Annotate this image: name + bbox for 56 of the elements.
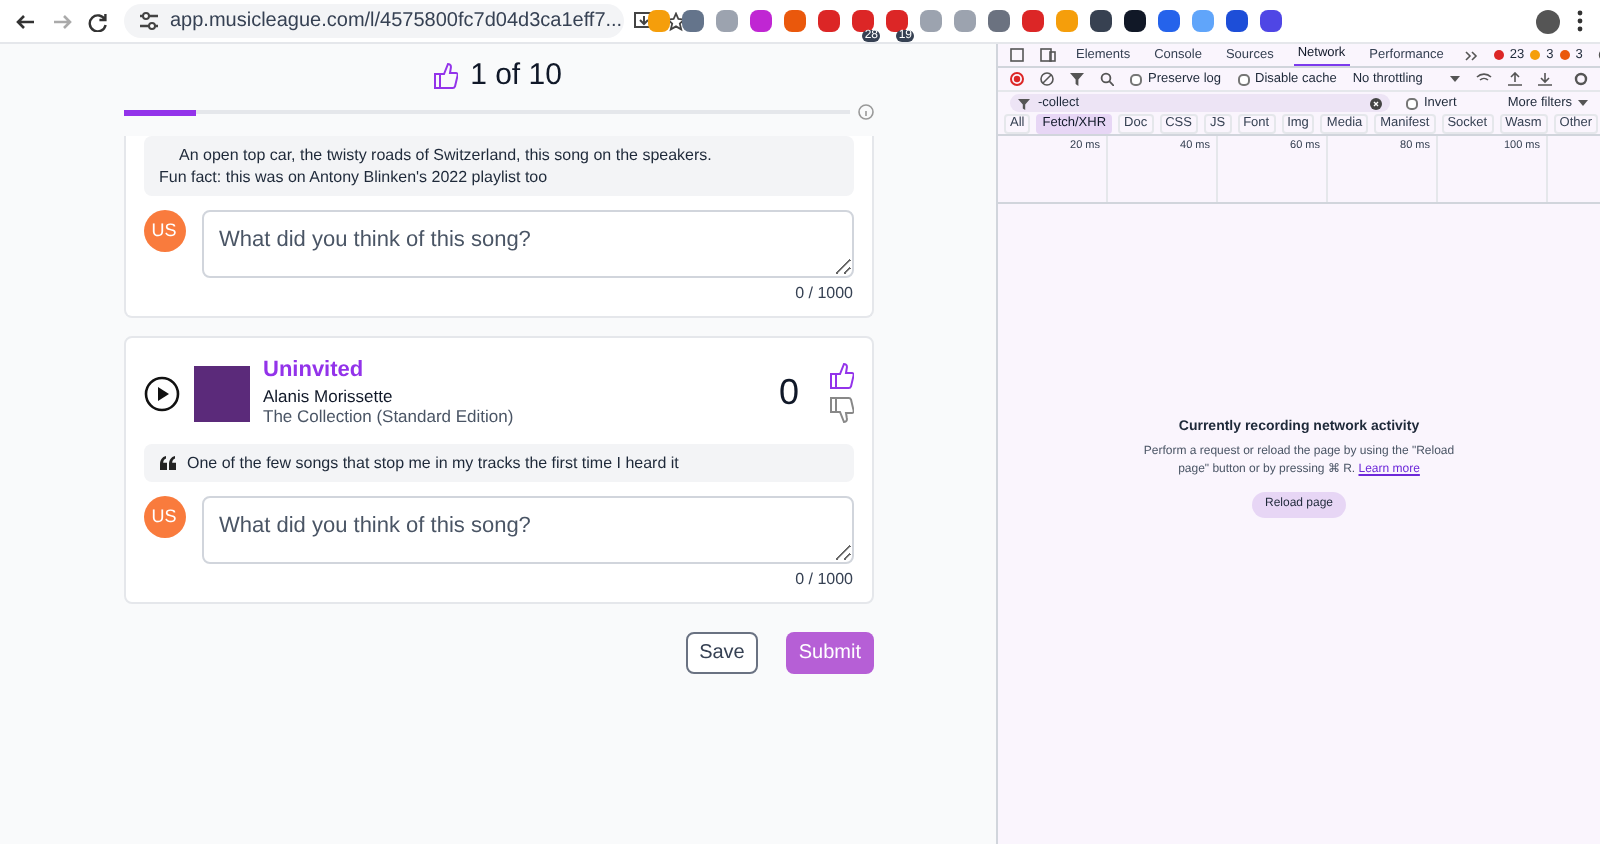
info-icon bbox=[857, 104, 873, 120]
download-icon[interactable] bbox=[1538, 72, 1553, 86]
caret-icon bbox=[1578, 100, 1588, 106]
comment-field[interactable]: What did you think of this song? bbox=[201, 210, 853, 278]
inspect-icon[interactable] bbox=[1010, 48, 1024, 62]
extension-icon[interactable] bbox=[1124, 10, 1146, 32]
more-menu-icon[interactable] bbox=[1576, 10, 1584, 32]
url-text: app.musicleague.com/l/4575800fc7d04d3ca1eff7... bbox=[170, 8, 623, 36]
clear-filter-icon[interactable] bbox=[1370, 97, 1382, 109]
network-conditions-icon[interactable] bbox=[1476, 72, 1493, 86]
character-counter: 0 / 1000 bbox=[795, 568, 853, 592]
extension-icon[interactable] bbox=[1090, 10, 1112, 32]
quote-icon bbox=[159, 456, 175, 470]
album-name: The Collection (Standard Edition) bbox=[263, 406, 516, 428]
checkbox[interactable] bbox=[1130, 73, 1142, 85]
submit-button[interactable]: Submit bbox=[786, 632, 873, 674]
reload-icon[interactable] bbox=[88, 11, 108, 31]
warning-icon bbox=[1530, 50, 1541, 60]
error-icon bbox=[1493, 50, 1504, 60]
thumbs-up-icon[interactable] bbox=[829, 362, 853, 390]
issue-icon bbox=[1559, 50, 1570, 60]
comment-field[interactable]: What did you think of this song? bbox=[201, 496, 853, 564]
bookmark-star-icon[interactable] bbox=[666, 11, 687, 31]
artist-name: Alanis Morissette bbox=[263, 385, 395, 407]
profile-avatar-icon[interactable] bbox=[1536, 9, 1560, 33]
user-avatar: US bbox=[143, 210, 185, 252]
search-icon[interactable] bbox=[1100, 72, 1114, 86]
comment-text: Fun fact: this was on Antony Blinken's 2022 playlist too bbox=[159, 166, 550, 188]
vote-count: 0 bbox=[778, 370, 799, 416]
clear-icon[interactable] bbox=[1040, 72, 1054, 86]
caret-icon bbox=[1450, 76, 1461, 82]
save-button[interactable]: Save bbox=[685, 632, 759, 674]
comment-text: An open top car, the twisty roads of Switzerland, this song on the speakers. bbox=[177, 144, 712, 166]
play-icon[interactable] bbox=[143, 375, 179, 411]
filter-icon[interactable] bbox=[1070, 72, 1084, 86]
checkbox[interactable] bbox=[1406, 97, 1418, 109]
device-toolbar-icon[interactable] bbox=[1040, 48, 1056, 62]
user-avatar: US bbox=[143, 496, 185, 538]
settings-icon[interactable] bbox=[1574, 72, 1588, 86]
extension-icon[interactable] bbox=[1226, 10, 1248, 32]
thumbs-up-icon bbox=[434, 62, 459, 90]
progress-label: 1 of 10 bbox=[470, 55, 562, 96]
record-icon[interactable] bbox=[1010, 72, 1024, 86]
more-tabs-icon[interactable] bbox=[1463, 49, 1478, 61]
thumbs-down-icon[interactable] bbox=[829, 396, 853, 424]
site-settings-icon bbox=[140, 12, 158, 30]
install-icon bbox=[634, 12, 655, 30]
album-art-placeholder bbox=[193, 365, 249, 421]
character-counter: 0 / 1000 bbox=[795, 282, 853, 306]
comment-text: One of the few songs that stop me in my tracks the first time I heard it bbox=[187, 452, 679, 474]
extension-icon[interactable] bbox=[1260, 10, 1282, 32]
filter-icon bbox=[1018, 97, 1030, 109]
upload-icon[interactable] bbox=[1508, 72, 1523, 86]
back-icon[interactable] bbox=[16, 11, 36, 31]
song-title[interactable]: Uninvited bbox=[263, 358, 765, 386]
checkbox[interactable] bbox=[1237, 73, 1249, 85]
